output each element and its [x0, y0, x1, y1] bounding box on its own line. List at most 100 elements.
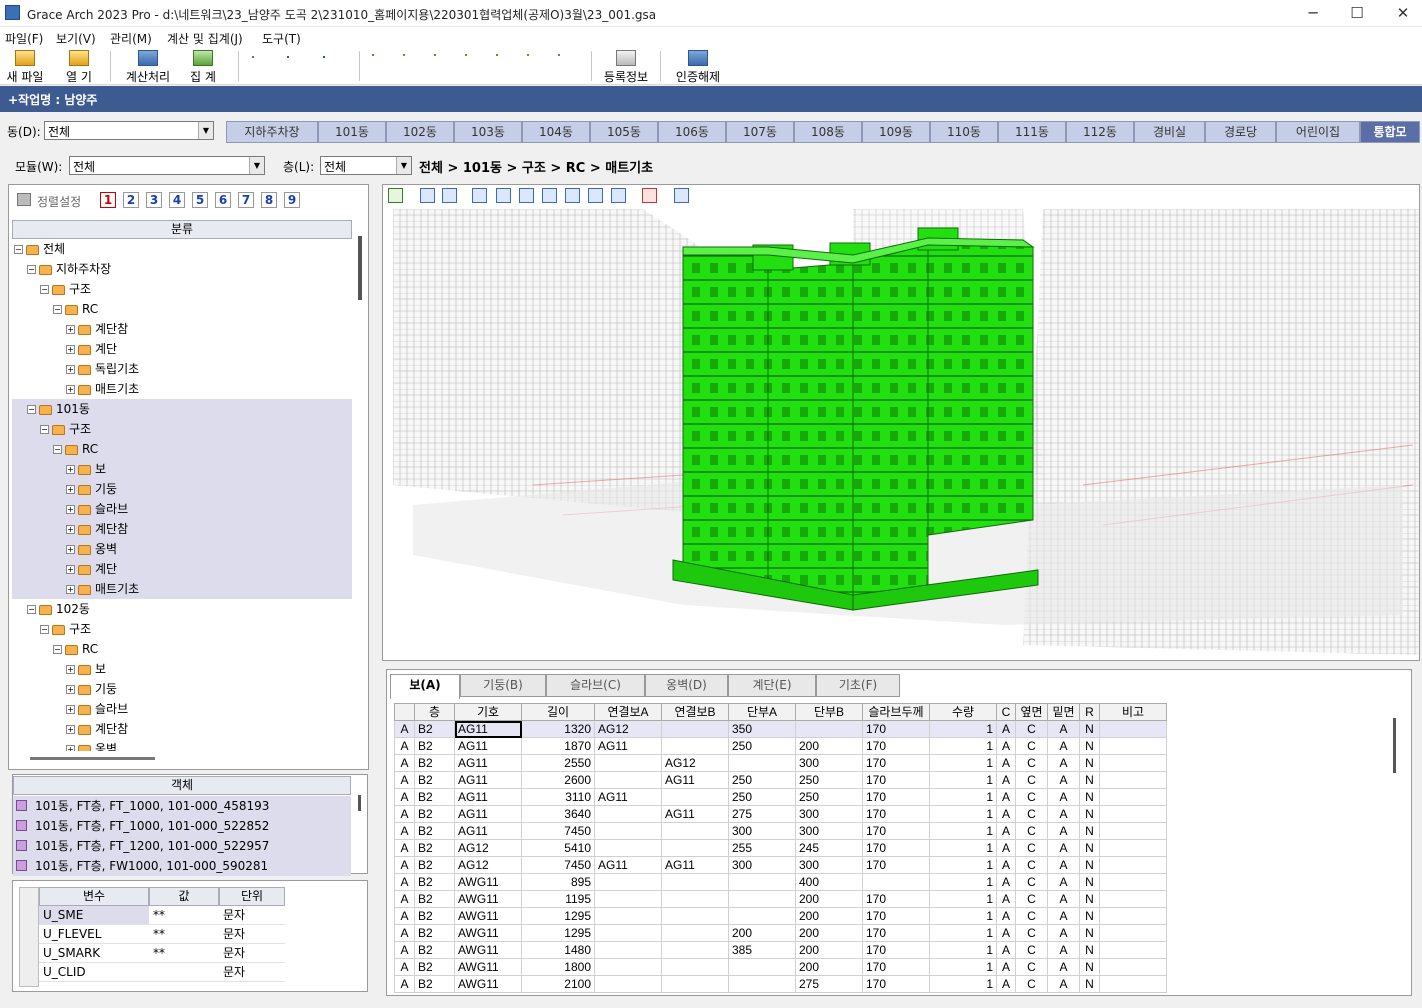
grid-cell[interactable]: [728, 907, 796, 925]
grid-cell[interactable]: [661, 873, 729, 891]
grid-cell[interactable]: 250: [795, 788, 863, 806]
wall-icon[interactable]: [465, 54, 467, 56]
menu-tools[interactable]: 도구(T): [262, 30, 301, 47]
grid-cell[interactable]: AWG11: [454, 975, 522, 993]
view-top-icon[interactable]: [565, 188, 580, 203]
grid-cell[interactable]: A: [996, 907, 1016, 925]
grid-cell[interactable]: A: [394, 771, 415, 789]
tree-item[interactable]: − 구조: [12, 419, 352, 439]
grid-cell[interactable]: [661, 975, 729, 993]
tree-item[interactable]: + 슬라브: [12, 699, 352, 719]
element-tab[interactable]: 계단(E): [728, 674, 816, 697]
grid-cell[interactable]: A: [394, 890, 415, 908]
grid-cell[interactable]: N: [1079, 720, 1100, 738]
dong-tab[interactable]: 108동: [794, 121, 862, 143]
grid-cell[interactable]: B2: [414, 737, 455, 755]
table-row[interactable]: A B2 AWG11 1195 200 170 1 A C A N: [394, 890, 1167, 908]
grid-cell[interactable]: A: [1047, 890, 1080, 908]
grid-cell[interactable]: 275: [728, 805, 796, 823]
grid-cell[interactable]: A: [996, 788, 1016, 806]
grid-column-header[interactable]: 층: [414, 703, 455, 721]
table-row[interactable]: A B2 AG11 1870 AG11 250 200 170 1 A C A N: [394, 737, 1167, 755]
tree-item[interactable]: + 보: [12, 659, 352, 679]
grid-cell[interactable]: N: [1079, 788, 1100, 806]
sort-number-button[interactable]: 5: [192, 192, 208, 208]
grid-cell[interactable]: A: [1047, 805, 1080, 823]
tree-item[interactable]: + 계단참: [12, 719, 352, 739]
grid-cell[interactable]: AG12: [594, 720, 662, 738]
grid-cell[interactable]: A: [1047, 941, 1080, 959]
element-tab[interactable]: 기둥(B): [460, 674, 546, 697]
expand-icon[interactable]: +: [66, 465, 75, 474]
tree-item[interactable]: − RC: [12, 639, 352, 659]
grid-cell[interactable]: 1: [929, 737, 997, 755]
grid-cell[interactable]: 200: [795, 737, 863, 755]
grid-cell[interactable]: B2: [414, 788, 455, 806]
collapse-icon[interactable]: −: [53, 645, 62, 654]
grid-cell[interactable]: [728, 975, 796, 993]
var-name[interactable]: U_SME: [39, 906, 149, 925]
grid-cell[interactable]: [594, 890, 662, 908]
var-value[interactable]: **: [149, 944, 219, 963]
register-info-button[interactable]: 등록정보: [600, 49, 652, 85]
dong-tab[interactable]: 110동: [930, 121, 998, 143]
expand-icon[interactable]: +: [66, 545, 75, 554]
var-value[interactable]: **: [149, 906, 219, 925]
tree-item[interactable]: + 옹벽: [12, 739, 352, 751]
grid-cell[interactable]: AG11: [661, 805, 729, 823]
calc-button[interactable]: 계산처리: [122, 49, 174, 85]
grid-cell[interactable]: N: [1079, 958, 1100, 976]
grid-cell[interactable]: [661, 924, 729, 942]
grid-cell[interactable]: 1: [929, 941, 997, 959]
grid-cell[interactable]: A: [996, 958, 1016, 976]
terrain-icon[interactable]: [674, 188, 689, 203]
grid-cell[interactable]: A: [996, 822, 1016, 840]
grid-cell[interactable]: 1195: [521, 890, 595, 908]
table-row[interactable]: A B2 AG11 3640 AG11 275 300 170 1 A C A N: [394, 805, 1167, 823]
grid-column-header[interactable]: 연결보A: [594, 703, 662, 721]
tree-item[interactable]: − 지하주차장: [12, 259, 352, 279]
var-value[interactable]: **: [149, 925, 219, 944]
grid-cell[interactable]: [1099, 941, 1167, 959]
grid-cell[interactable]: AWG11: [454, 941, 522, 959]
grid-cell[interactable]: [728, 754, 796, 772]
grid-cell[interactable]: 1: [929, 873, 997, 891]
expand-icon[interactable]: +: [66, 385, 75, 394]
grid-cell[interactable]: 170: [862, 975, 930, 993]
collapse-icon[interactable]: −: [53, 445, 62, 454]
grid-cell[interactable]: A: [996, 941, 1016, 959]
grid-cell[interactable]: 170: [862, 856, 930, 874]
collapse-icon[interactable]: −: [40, 285, 49, 294]
dong-tab[interactable]: 107동: [726, 121, 794, 143]
grid-cell[interactable]: 170: [862, 890, 930, 908]
grid-cell[interactable]: A: [1047, 907, 1080, 925]
grid-cell[interactable]: AG11: [594, 856, 662, 874]
footing-icon[interactable]: [527, 54, 529, 56]
grid-cell[interactable]: C: [1015, 754, 1048, 772]
grid-cell[interactable]: [1099, 754, 1167, 772]
grid-cell[interactable]: 1480: [521, 941, 595, 959]
table-row[interactable]: A B2 AWG11 2100 275 170 1 A C A N: [394, 975, 1167, 993]
grid-cell[interactable]: [661, 788, 729, 806]
sort-settings-button[interactable]: 정렬설정: [37, 193, 81, 210]
grid-cell[interactable]: N: [1079, 805, 1100, 823]
table-row[interactable]: A B2 AG11 1320 AG12 350 170 1 A C A N: [394, 720, 1167, 738]
grid-cell[interactable]: [728, 873, 796, 891]
tree-item[interactable]: − 102동: [12, 599, 352, 619]
grid-cell[interactable]: B2: [414, 890, 455, 908]
grid-cell[interactable]: [1099, 737, 1167, 755]
grid-cell[interactable]: [1099, 805, 1167, 823]
grid-cell[interactable]: B2: [414, 975, 455, 993]
dong-tab[interactable]: 104동: [522, 121, 590, 143]
grid-cell[interactable]: N: [1079, 737, 1100, 755]
grid-cell[interactable]: 1: [929, 822, 997, 840]
grid-cell[interactable]: [1099, 958, 1167, 976]
grid-cell[interactable]: A: [996, 856, 1016, 874]
var-name[interactable]: U_SMARK: [39, 944, 149, 963]
grid-scrollbar[interactable]: [1393, 718, 1396, 773]
tree-item[interactable]: + 계단참: [12, 319, 352, 339]
grid-cell[interactable]: 5410: [521, 839, 595, 857]
tree-item[interactable]: − 101동: [12, 399, 352, 419]
grid-cell[interactable]: AWG11: [454, 924, 522, 942]
table-row[interactable]: A B2 AG12 5410 255 245 170 1 A C A N: [394, 839, 1167, 857]
